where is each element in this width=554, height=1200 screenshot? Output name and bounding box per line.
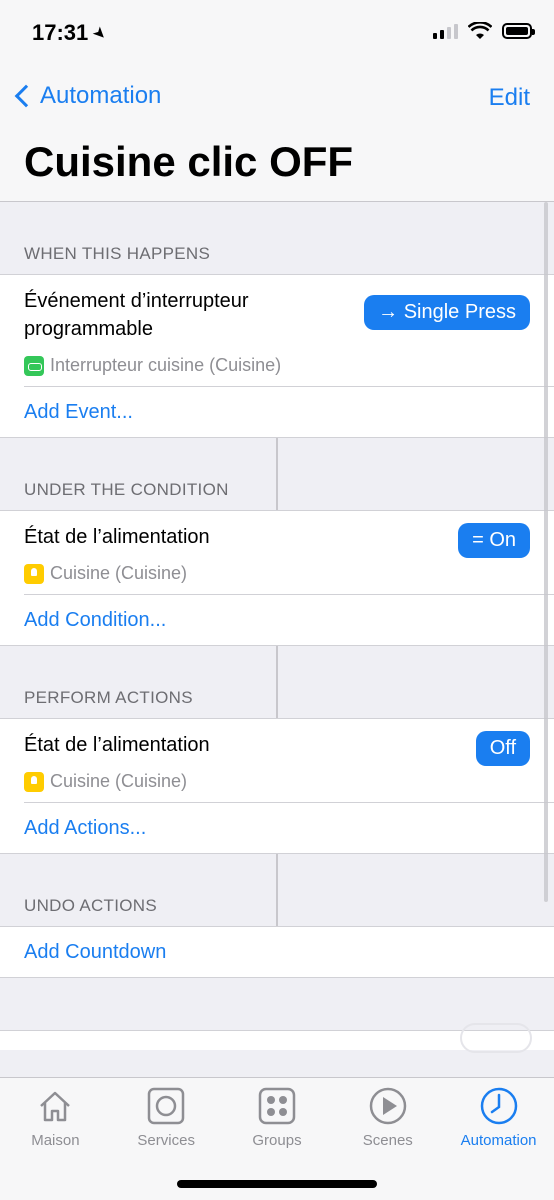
event-row[interactable]: Événement d’interrupteur programmable → … [0,275,554,343]
tab-automation[interactable]: Automation [443,1086,554,1200]
house-icon [40,1091,71,1122]
automation-clock-icon [480,1087,517,1125]
signal-icon [433,23,458,39]
action-device: Cuisine (Cuisine) [0,759,554,802]
event-device: Interrupteur cuisine (Cuisine) [0,343,554,386]
home-indicator[interactable] [177,1180,377,1188]
bulb-device-icon [24,563,44,584]
status-bar: 17:31 ➤ [0,0,554,70]
enable-automation-row [0,1023,554,1053]
section-separator [276,438,278,510]
event-card: Événement d’interrupteur programmable → … [0,274,554,438]
section-header-condition: UNDER THE CONDITION [0,438,554,510]
add-event-button[interactable]: Add Event... [0,387,554,437]
back-label: Automation [40,82,162,109]
back-button[interactable]: Automation [12,82,161,110]
add-actions-button[interactable]: Add Actions... [0,803,554,853]
scenes-icon [369,1087,407,1125]
status-time: 17:31 ➤ [32,20,110,46]
wifi-icon [468,22,492,39]
tab-label: Scenes [362,1132,413,1149]
action-device-label: Cuisine (Cuisine) [50,771,188,791]
action-row[interactable]: État de l’alimentation Off [0,719,554,766]
condition-row[interactable]: État de l’alimentation = On [0,511,554,558]
add-condition-button[interactable]: Add Condition... [0,595,554,645]
undo-card: Add Countdown [0,926,554,978]
undo-header-label: UNDO ACTIONS [24,896,158,915]
groups-icon [258,1087,296,1125]
tab-label: Automation [460,1132,537,1149]
single-press-pill[interactable]: → Single Press [364,295,530,330]
chevron-left-icon [14,84,38,108]
time-label: 17:31 [32,20,89,45]
condition-on-pill[interactable]: = On [458,523,530,558]
section-separator [276,854,278,926]
event-device-label: Interrupteur cuisine (Cuisine) [50,355,282,375]
action-off-pill[interactable]: Off [475,731,530,766]
services-icon [147,1087,185,1125]
condition-header-label: UNDER THE CONDITION [24,480,229,499]
actions-header-label: PERFORM ACTIONS [24,688,193,707]
section-header-undo: UNDO ACTIONS [0,854,554,926]
tab-maison[interactable]: Maison [0,1086,111,1200]
navigation-bar: Automation Edit Cuisine clic OFF [0,70,554,202]
condition-device-label: Cuisine (Cuisine) [50,563,188,583]
system-icons [433,22,535,40]
actions-card: État de l’alimentation Off Cuisine (Cuis… [0,718,554,854]
section-header-when: WHEN THIS HAPPENS [24,244,211,263]
section-separator [276,646,278,718]
action-title: État de l’alimentation [24,734,210,756]
tab-label: Maison [31,1132,80,1149]
edit-button[interactable]: Edit [489,84,530,112]
bulb-device-icon [24,771,44,792]
tab-label: Services [137,1132,195,1149]
tab-label: Groups [252,1132,302,1149]
location-arrow-icon: ➤ [90,22,111,43]
add-countdown-button[interactable]: Add Countdown [0,927,554,977]
battery-icon [502,23,535,39]
condition-title: État de l’alimentation [24,526,210,548]
enable-toggle[interactable] [460,1023,532,1053]
condition-card: État de l’alimentation = On Cuisine (Cui… [0,510,554,646]
event-title: Événement d’interrupteur programmable [24,290,249,340]
page-title: Cuisine clic OFF [24,138,354,185]
switch-device-icon [24,355,44,376]
content-scroll[interactable]: WHEN THIS HAPPENS Événement d’interrupte… [0,202,554,1077]
section-header-actions: PERFORM ACTIONS [0,646,554,718]
